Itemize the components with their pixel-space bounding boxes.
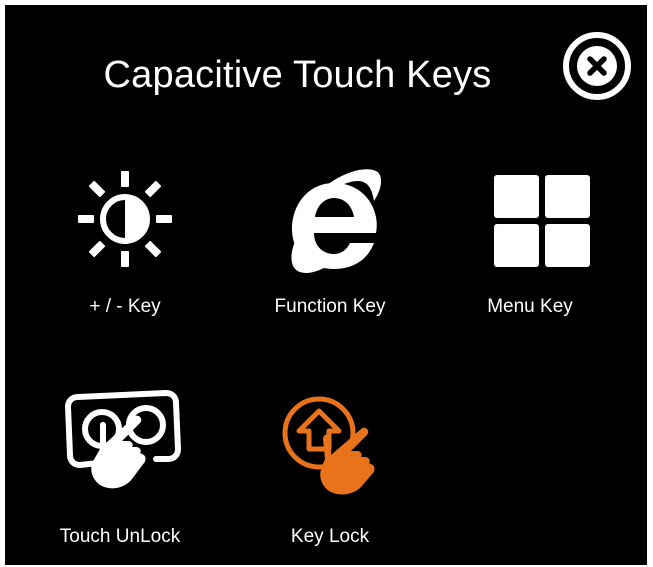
menu-key-label: Menu Key <box>487 296 573 317</box>
brightness-key-label: + / - Key <box>89 296 161 317</box>
close-x-circle-icon <box>563 32 631 100</box>
key-lock-hand-icon <box>282 396 375 495</box>
touch-unlock-hand-icon <box>65 390 181 489</box>
brightness-icon <box>78 171 172 267</box>
close-button[interactable] <box>560 29 634 103</box>
four-squares-menu-icon <box>494 175 590 267</box>
internet-explorer-icon <box>291 169 382 273</box>
touch-unlock-key[interactable]: Touch UnLock <box>25 385 215 555</box>
capacitive-touch-keys-panel: Capacitive Touch Keys + / - Key Function… <box>5 5 647 565</box>
touch-unlock-key-label: Touch UnLock <box>59 526 181 547</box>
brightness-key[interactable]: + / - Key <box>50 165 200 325</box>
menu-key[interactable]: Menu Key <box>455 165 605 325</box>
key-lock-key[interactable]: Key Lock <box>235 385 425 555</box>
panel-title: Capacitive Touch Keys <box>103 54 492 96</box>
function-key[interactable]: Function Key <box>240 165 420 325</box>
function-key-label: Function Key <box>274 296 386 317</box>
key-lock-key-label: Key Lock <box>290 526 370 547</box>
